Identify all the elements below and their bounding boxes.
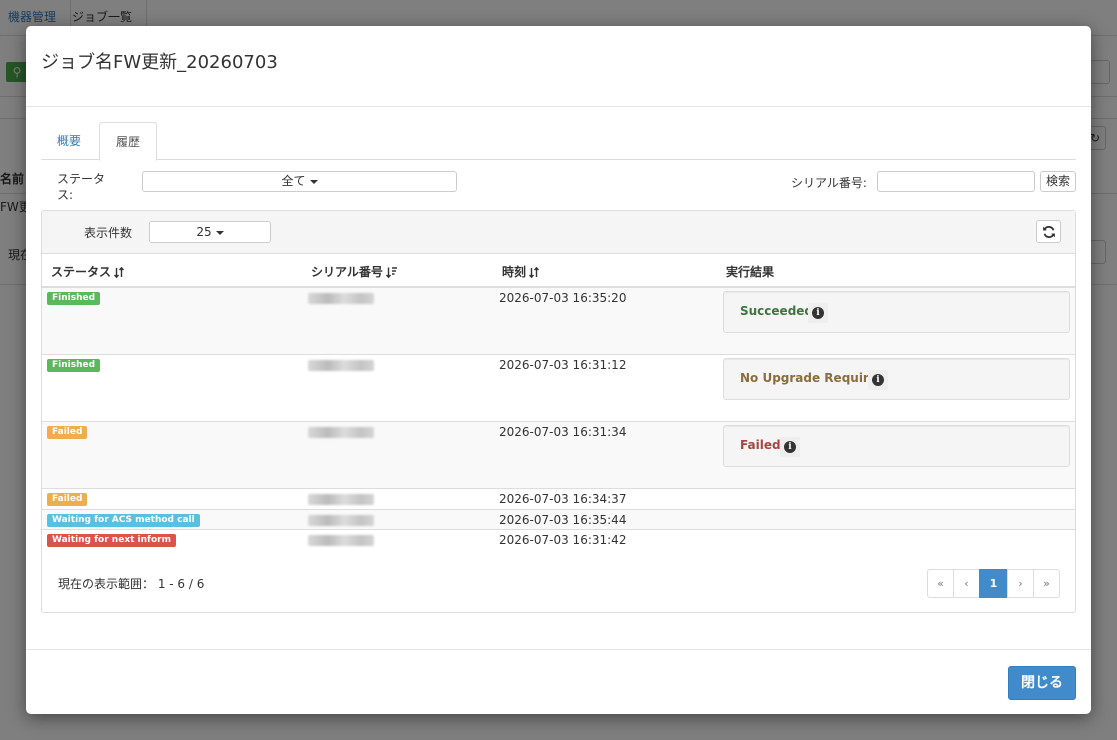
serial-number-redacted [308, 360, 374, 371]
result-box: Failed i [723, 425, 1070, 467]
column-serial[interactable]: シリアル番号 [311, 263, 397, 280]
search-button[interactable]: 検索 [1040, 171, 1076, 192]
tab-history[interactable]: 履歴 [99, 122, 158, 161]
page-last-button[interactable]: » [1033, 569, 1060, 598]
info-icon[interactable]: i [808, 303, 828, 323]
filter-row: ステータス: 全て シリアル番号: 検索 [41, 160, 1076, 210]
time-cell: 2026-07-03 16:31:34 [499, 425, 627, 439]
column-label: シリアル番号 [311, 265, 383, 279]
caret-down-icon [215, 230, 224, 235]
result-text: Failed [740, 438, 781, 452]
status-filter-label: ステータス: [57, 172, 106, 202]
time-cell: 2026-07-03 16:35:44 [499, 513, 627, 527]
time-cell: 2026-07-03 16:31:12 [499, 358, 627, 372]
column-label: 時刻 [502, 265, 527, 279]
page-prev-button[interactable]: ‹ [953, 569, 980, 598]
modal-tabs: 概要 履歴 [41, 122, 1076, 161]
status-badge: Failed [47, 493, 88, 506]
time-cell: 2026-07-03 16:34:37 [499, 492, 627, 506]
modal-body: 概要 履歴 ステータス: 全て シリアル番号: 検索 表示件数 25 ステータス… [41, 122, 1076, 613]
serial-filter-input[interactable] [877, 171, 1035, 192]
history-panel: 表示件数 25 ステータス シリアル番号 時刻 実行結果 Finished 20… [41, 210, 1076, 613]
caret-down-icon [309, 179, 318, 184]
page-size-select[interactable]: 25 [149, 221, 271, 243]
sort-icon [529, 267, 540, 278]
time-cell: 2026-07-03 16:31:42 [499, 533, 627, 547]
table-row: Failed 2026-07-03 16:34:37 [42, 489, 1075, 510]
table-row: Finished 2026-07-03 16:35:20 Succeeded i [42, 288, 1075, 355]
refresh-icon [1043, 226, 1055, 238]
info-icon[interactable]: i [780, 437, 800, 457]
pagination: « ‹ 1 › » [927, 569, 1060, 598]
panel-heading: 表示件数 25 [42, 211, 1075, 254]
table-row: Failed 2026-07-03 16:31:34 Failed i [42, 422, 1075, 489]
status-badge: Waiting for next inform [47, 534, 176, 547]
serial-number-redacted [308, 494, 374, 505]
sort-desc-icon [385, 267, 397, 278]
page-size-value: 25 [196, 225, 212, 239]
serial-number-redacted [308, 293, 374, 304]
page-first-button[interactable]: « [927, 569, 954, 598]
page-next-button[interactable]: › [1007, 569, 1034, 598]
status-badge: Finished [47, 292, 101, 305]
tab-overview[interactable]: 概要 [41, 122, 97, 160]
table-row: Waiting for ACS method call 2026-07-03 1… [42, 510, 1075, 530]
table-row: Waiting for next inform 2026-07-03 16:31… [42, 530, 1075, 551]
result-box: No Upgrade Required i [723, 358, 1070, 400]
status-badge: Waiting for ACS method call [47, 514, 200, 527]
info-icon[interactable]: i [868, 370, 888, 390]
column-time[interactable]: 時刻 [502, 263, 540, 280]
display-range: 現在の表示範囲： 1 - 6 / 6 [58, 577, 205, 591]
result-box: Succeeded i [723, 291, 1070, 333]
job-history-modal: ジョブ名FW更新_20260703 概要 履歴 ステータス: 全て シリアル番号… [26, 26, 1091, 714]
table-row: Finished 2026-07-03 16:31:12 No Upgrade … [42, 355, 1075, 422]
status-filter-select[interactable]: 全て [142, 171, 457, 192]
column-label: ステータス [51, 265, 112, 279]
page-current-button[interactable]: 1 [979, 569, 1008, 598]
modal-header: ジョブ名FW更新_20260703 [26, 26, 1091, 107]
close-button[interactable]: 閉じる [1008, 666, 1076, 700]
column-status[interactable]: ステータス [51, 263, 125, 280]
result-text: No Upgrade Required [740, 371, 886, 385]
refresh-button[interactable] [1036, 220, 1061, 243]
modal-footer: 閉じる [26, 649, 1091, 714]
serial-number-redacted [308, 535, 374, 546]
serial-number-redacted [308, 427, 374, 438]
status-filter-value: 全て [281, 174, 306, 188]
status-badge: Failed [47, 426, 88, 439]
page-size-label: 表示件数 [84, 226, 133, 240]
modal-title: ジョブ名FW更新_20260703 [41, 52, 278, 73]
serial-filter-label: シリアル番号: [791, 176, 867, 190]
column-result: 実行結果 [726, 265, 775, 279]
table-header: ステータス シリアル番号 時刻 実行結果 [42, 254, 1075, 288]
serial-number-redacted [308, 515, 374, 526]
result-text: Succeeded [740, 304, 814, 318]
status-badge: Finished [47, 359, 101, 372]
time-cell: 2026-07-03 16:35:20 [499, 291, 627, 305]
sort-icon [114, 267, 125, 278]
